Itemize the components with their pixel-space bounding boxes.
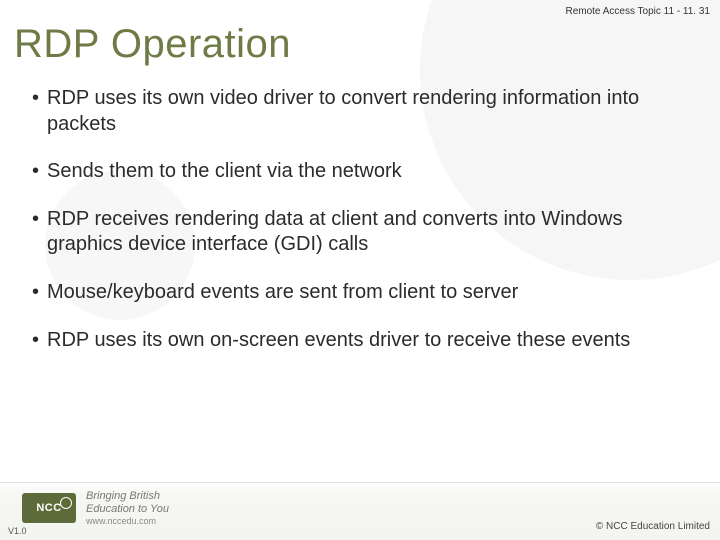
list-item: • RDP uses its own video driver to conve… bbox=[28, 86, 692, 137]
bullet-text: Sends them to the client via the network bbox=[47, 159, 692, 185]
list-item: • Sends them to the client via the netwo… bbox=[28, 159, 692, 185]
bullet-dot: • bbox=[32, 86, 39, 112]
logo-block: NCC Bringing British Education to You ww… bbox=[22, 490, 169, 526]
list-item: • RDP uses its own on-screen events driv… bbox=[28, 328, 692, 354]
tagline-line2: Education to You bbox=[86, 503, 169, 516]
bullet-list: • RDP uses its own video driver to conve… bbox=[28, 86, 692, 375]
bullet-dot: • bbox=[32, 328, 39, 354]
tagline-url: www.nccedu.com bbox=[86, 516, 169, 526]
bullet-text: RDP receives rendering data at client an… bbox=[47, 207, 692, 258]
list-item: • Mouse/keyboard events are sent from cl… bbox=[28, 280, 692, 306]
tagline: Bringing British Education to You www.nc… bbox=[86, 490, 169, 526]
ncc-logo: NCC bbox=[22, 493, 76, 523]
list-item: • RDP receives rendering data at client … bbox=[28, 207, 692, 258]
bullet-dot: • bbox=[32, 159, 39, 185]
copyright-label: © NCC Education Limited bbox=[596, 521, 710, 532]
bullet-dot: • bbox=[32, 207, 39, 233]
header-meta: Remote Access Topic 11 - 11. 31 bbox=[565, 6, 710, 17]
bullet-dot: • bbox=[32, 280, 39, 306]
slide-title: RDP Operation bbox=[14, 22, 291, 67]
footer: NCC Bringing British Education to You ww… bbox=[0, 482, 720, 540]
version-label: V1.0 bbox=[8, 526, 27, 536]
bullet-text: RDP uses its own on-screen events driver… bbox=[47, 328, 692, 354]
bullet-text: Mouse/keyboard events are sent from clie… bbox=[47, 280, 692, 306]
bullet-text: RDP uses its own video driver to convert… bbox=[47, 86, 692, 137]
tagline-line1: Bringing British bbox=[86, 490, 169, 503]
